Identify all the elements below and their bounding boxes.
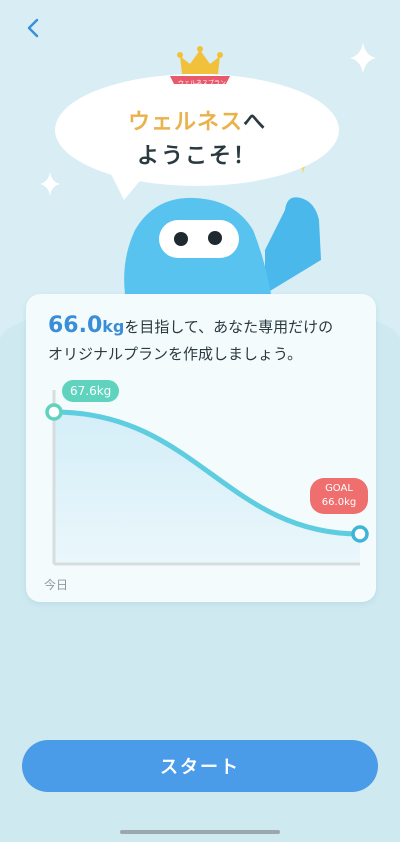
- sparkle-icon: [350, 42, 376, 74]
- welcome-title: ウェルネスへ: [127, 110, 267, 135]
- welcome-bubble: ウェルネスへ ようこそ！: [52, 72, 342, 200]
- crown-ribbon-label: ウェルネスプラン: [177, 80, 226, 87]
- chevron-left-icon: [27, 18, 39, 38]
- plan-card: 66.0kgを目指して、あなた専用だけの オリジナルプランを作成しましょう。 6…: [26, 294, 376, 602]
- goal-weight-label: 66.0kg: [321, 497, 357, 508]
- goal-badge: GOAL 66.0kg: [310, 478, 368, 514]
- home-indicator: [120, 830, 280, 834]
- start-weight-label: 67.6kg: [62, 380, 120, 402]
- back-button[interactable]: [20, 14, 48, 42]
- mascot-illustration: [124, 197, 321, 294]
- goal-label: GOAL: [325, 483, 353, 494]
- start-button[interactable]: スタート: [22, 740, 378, 792]
- weight-chart: [45, 390, 369, 566]
- start-point: [45, 403, 63, 421]
- today-label: 今日: [44, 578, 69, 592]
- goal-point: [351, 525, 369, 543]
- welcome-title-line2: ようこそ！: [136, 144, 257, 169]
